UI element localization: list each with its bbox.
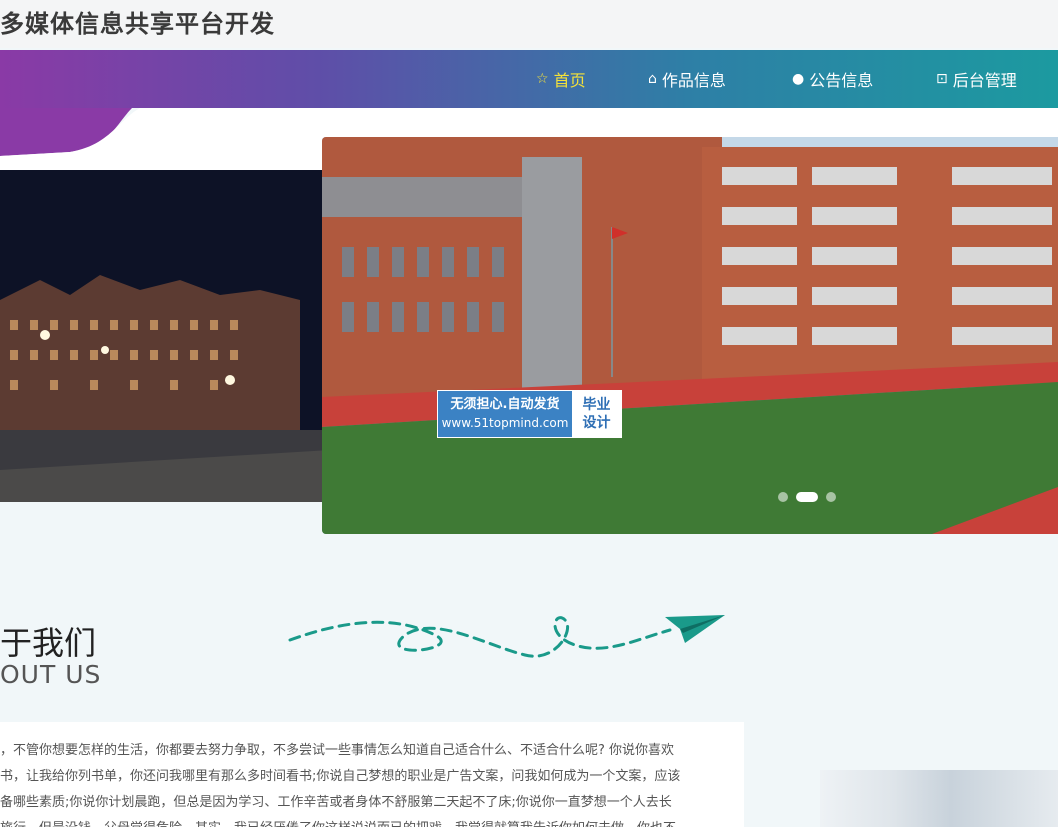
nav-works-label: 作品信息	[661, 71, 726, 90]
site-title: 多媒体信息共享平台开发	[0, 10, 275, 38]
banner-dot-2[interactable]	[796, 492, 818, 502]
banner-slide-previous[interactable]	[0, 170, 330, 502]
about-text: ，不管你想要怎样的生活，你都要去努力争取，不多尝试一些事情怎么知道自己适合什么、…	[0, 738, 730, 827]
watermark-left: 无须担心.自动发货 www.51topmind.com	[438, 391, 572, 437]
campus-building-image	[322, 137, 1058, 534]
watermark-line1: 无须担心.自动发货	[450, 397, 560, 412]
home-icon: ⌂	[648, 71, 657, 87]
about-text-line-3: 备哪些素质;你说你计划晨跑，但总是因为学习、工作辛苦或者身体不舒服第二天起不了床…	[0, 795, 672, 810]
nav-home-label: 首页	[553, 71, 586, 90]
about-side-image	[820, 770, 1058, 827]
dashboard-icon: ⊡	[936, 71, 948, 87]
watermark-right2: 设计	[582, 415, 611, 431]
about-subtitle: OUT US	[0, 660, 102, 689]
banner-slide-active[interactable]	[322, 137, 1058, 534]
banner-dot-3[interactable]	[826, 492, 836, 502]
about-text-line-4: 旅行，但是没钱，父母觉得危险。其实，我已经厌倦了你这样说说而已的把戏，我觉得就算…	[0, 816, 730, 827]
about-content-box: ，不管你想要怎样的生活，你都要去努力争取，不多尝试一些事情怎么知道自己适合什么、…	[0, 722, 744, 827]
banner-pagination	[778, 492, 836, 502]
watermark-badge: 无须担心.自动发货 www.51topmind.com 毕业 设计	[437, 390, 622, 438]
paper-plane-doodle-icon	[288, 615, 725, 658]
nav-notices-label: 公告信息	[809, 71, 874, 90]
star-icon: ☆	[536, 71, 549, 87]
watermark-line2: www.51topmind.com	[441, 416, 569, 430]
nav-admin-label: 后台管理	[952, 71, 1017, 90]
about-text-line-1: ，不管你想要怎样的生活，你都要去努力争取，不多尝试一些事情怎么知道自己适合什么、…	[0, 743, 675, 758]
night-campus-image	[0, 170, 330, 502]
about-text-line-2: 书，让我给你列书单，你还问我哪里有那么多时间看书;你说自己梦想的职业是广告文案，…	[0, 769, 681, 784]
banner-dot-1[interactable]	[778, 492, 788, 502]
title-bar: 多媒体信息共享平台开发	[0, 0, 1058, 48]
watermark-right1: 毕业	[582, 397, 611, 413]
about-title: 于我们	[0, 624, 97, 662]
watermark-right: 毕业 设计	[572, 391, 621, 437]
info-icon: ●	[792, 71, 805, 87]
